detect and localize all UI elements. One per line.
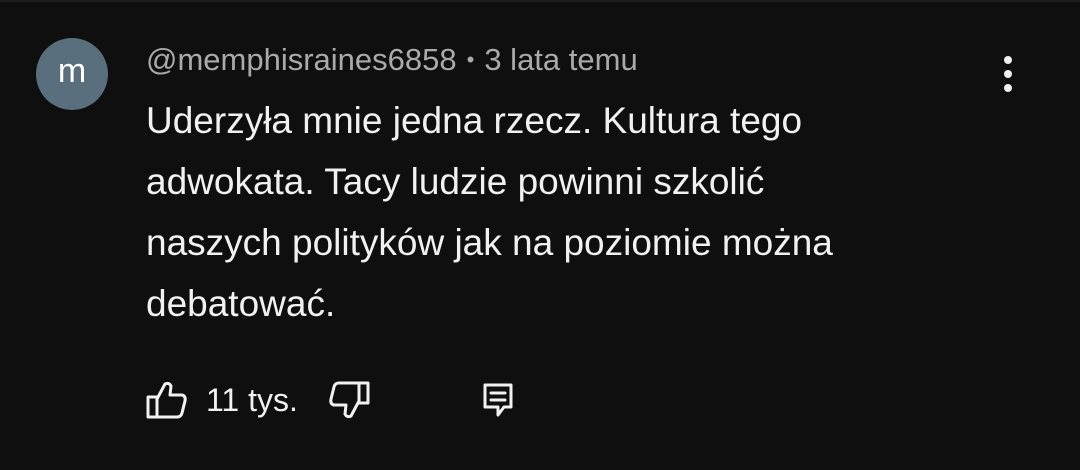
comment-screen: m @memphisraines6858 • 3 lata temu Uderz… [0, 0, 1080, 470]
thumbs-down-icon [329, 381, 370, 419]
comment-text-line: naszych polityków jak na poziomie można [146, 222, 833, 263]
comment-text-line: adwokata. Tacy ludzie powinni szkolić [146, 161, 765, 202]
more-vertical-icon [1004, 56, 1012, 92]
avatar-letter: m [57, 51, 87, 90]
thumbs-up-icon [146, 381, 187, 419]
comment-text-line: debatować. [146, 283, 336, 324]
dislike-button[interactable] [328, 380, 370, 420]
comment-text: Uderzyła mnie jedna rzecz. Kultura tego … [146, 90, 1006, 334]
author-handle[interactable]: @memphisraines6858 [146, 42, 457, 78]
comment-text-line: Uderzyła mnie jedna rzecz. Kultura tego [146, 100, 803, 141]
avatar[interactable]: m [36, 38, 108, 110]
comment-actions: 11 tys. [146, 372, 514, 428]
like-count: 11 tys. [206, 381, 298, 418]
reply-button[interactable] [482, 382, 514, 418]
top-divider [0, 0, 1080, 2]
comment-meta: @memphisraines6858 • 3 lata temu [146, 38, 638, 82]
comment-timestamp: 3 lata temu [484, 42, 638, 77]
reply-comment-icon [483, 383, 513, 417]
like-button[interactable] [146, 380, 188, 420]
meta-separator: • [466, 47, 475, 72]
